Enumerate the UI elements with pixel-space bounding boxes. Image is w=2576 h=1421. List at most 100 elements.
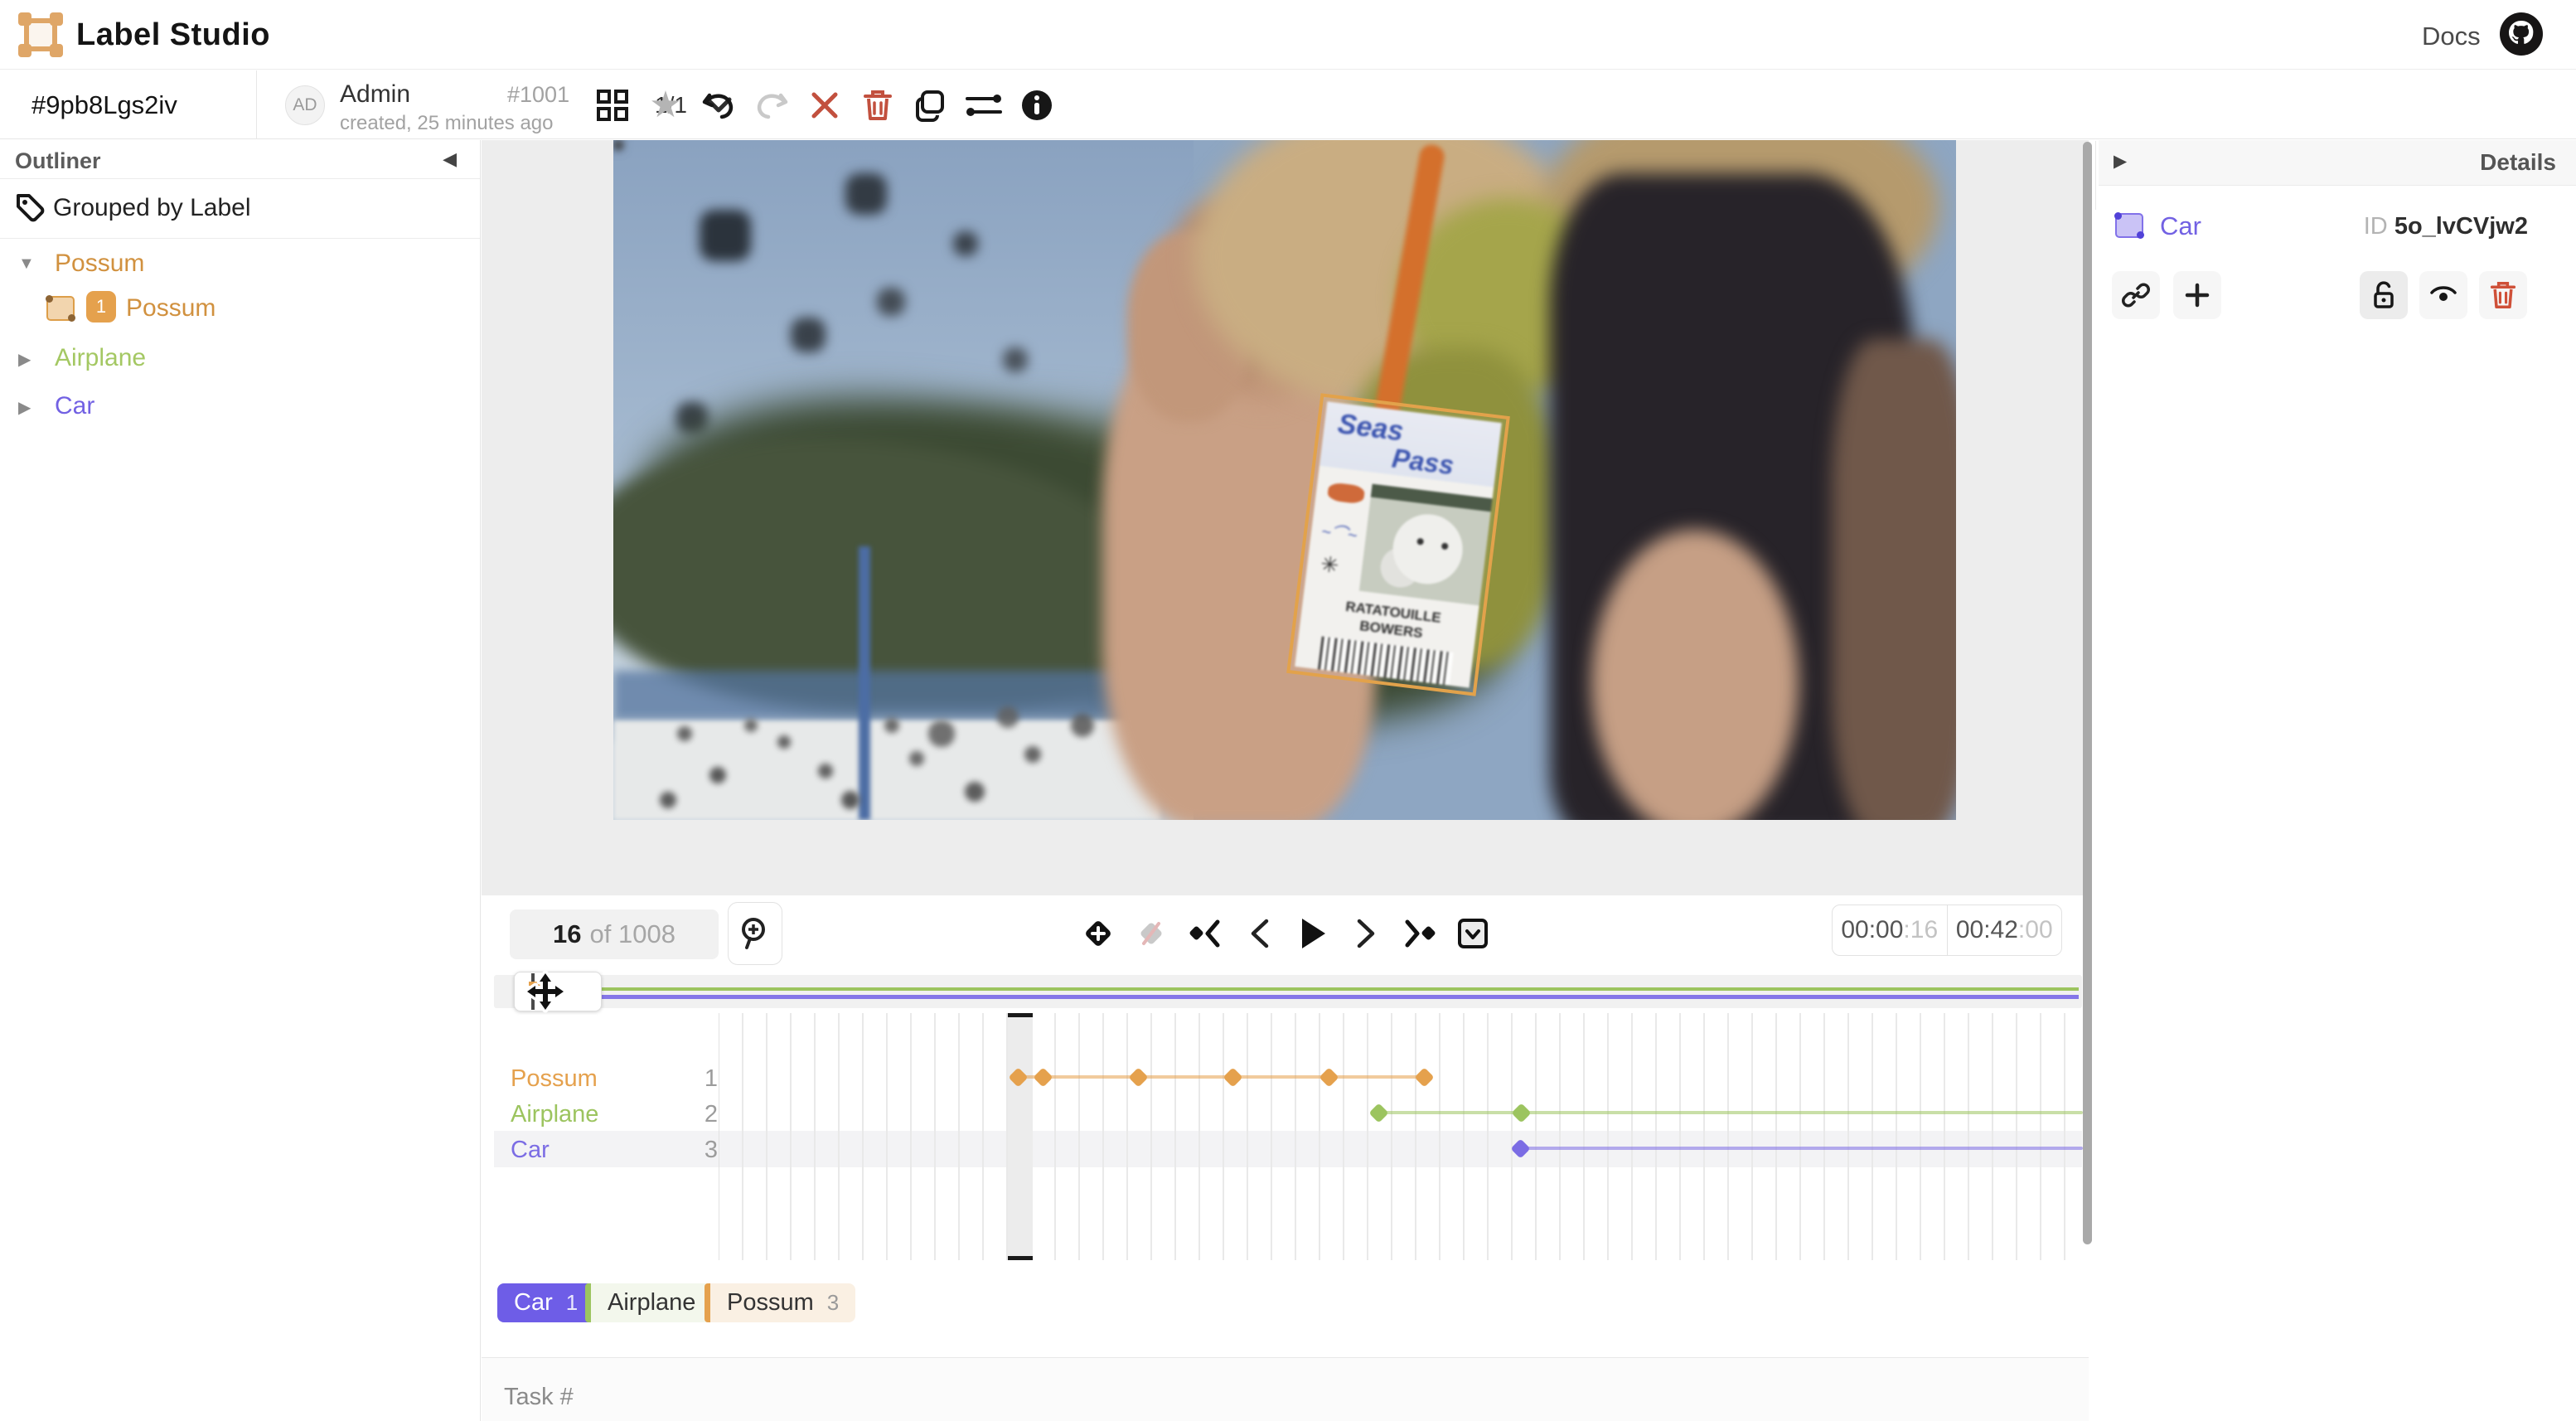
tree-expanded-icon[interactable]: ▼ <box>18 255 35 274</box>
collapse-panel-icon[interactable]: ◀ <box>443 148 457 170</box>
grouping-selector[interactable]: Grouped by Label <box>0 179 480 237</box>
current-time[interactable]: 00:00:16 <box>1833 905 1947 955</box>
outliner-group-possum[interactable]: ▼ Possum <box>0 246 480 283</box>
ticket-logo: ✳ <box>1319 551 1340 579</box>
redo-icon[interactable] <box>745 70 798 139</box>
annotation-id: #1001 <box>507 82 569 108</box>
task-id[interactable]: #9pb8Lgs2iv <box>0 70 257 139</box>
outliner-region-possum[interactable]: 1 Possum <box>0 294 480 331</box>
toggle-timeline-button[interactable] <box>1450 905 1496 962</box>
logo-corner <box>50 12 63 26</box>
video-snow-specks <box>613 140 623 150</box>
delete-region-button[interactable] <box>2479 271 2527 319</box>
video-snow <box>613 720 1160 820</box>
track-label-car[interactable]: Car <box>511 1137 550 1164</box>
link-icon <box>2122 281 2150 309</box>
region-id-prefix: ID <box>2364 213 2388 240</box>
previous-frame-button[interactable] <box>1236 905 1282 962</box>
region-id: ID 5o_lvCVjw2 <box>2364 213 2528 240</box>
app-title: Label Studio <box>76 17 270 53</box>
task-footer-band <box>482 1358 2089 1421</box>
video-pole <box>859 546 870 820</box>
group-label: Possum <box>55 250 144 278</box>
zoom-in-button[interactable] <box>728 902 782 965</box>
add-keyframe-button[interactable] <box>1075 905 1121 962</box>
timeline-playhead[interactable] <box>1008 1013 1033 1260</box>
link-region-button[interactable] <box>2112 271 2160 319</box>
add-relation-button[interactable] <box>2173 271 2221 319</box>
annotation-created-text: created, 25 minutes ago <box>340 112 554 135</box>
label-text: Airplane <box>608 1289 695 1317</box>
ticket-logo: ~⌒~ <box>1320 518 1359 546</box>
total-time-main: 00:42 <box>1956 916 2018 944</box>
main-content: Seas Pass ~⌒~ ✳ RATATOUILLE BOWERS <box>482 140 2089 1421</box>
label-pill-possum[interactable]: Possum 3 <box>705 1283 855 1322</box>
settings-sliders-icon[interactable] <box>957 70 1010 139</box>
label-text: Possum <box>727 1289 814 1317</box>
outliner-header: Outliner ◀ <box>0 140 480 178</box>
label-hotkey: 3 <box>827 1290 839 1316</box>
star-icon[interactable]: ★ <box>639 70 692 139</box>
lock-region-button[interactable] <box>2360 271 2408 319</box>
label-pill-car[interactable]: Car 1 <box>497 1283 594 1322</box>
next-frame-button[interactable] <box>1344 905 1390 962</box>
timeline-minimap[interactable] <box>494 975 2082 1008</box>
label-studio-logo-icon[interactable] <box>18 12 63 57</box>
timeline-grid[interactable] <box>719 1013 2082 1260</box>
github-icon[interactable] <box>2498 11 2545 57</box>
previous-keyframe-button[interactable] <box>1182 905 1228 962</box>
keyframe-diamond[interactable] <box>1033 1067 1053 1087</box>
minimap-airplane-span <box>547 987 2079 991</box>
video-fence <box>613 671 1127 720</box>
undo-icon[interactable] <box>692 70 745 139</box>
ticket-logo <box>1327 482 1365 504</box>
keyframe-diamond[interactable] <box>1512 1103 1532 1123</box>
play-button[interactable] <box>1290 905 1336 962</box>
outliner-title: Outliner <box>15 148 101 174</box>
outliner-group-car[interactable]: ▶ Car <box>0 390 480 427</box>
track-number: 2 <box>685 1101 718 1128</box>
video-panel: Seas Pass ~⌒~ ✳ RATATOUILLE BOWERS <box>482 140 2089 895</box>
expand-panel-icon[interactable]: ▶ <box>2114 151 2127 172</box>
keyframe-diamond[interactable] <box>1510 1138 1530 1158</box>
video-hand <box>1591 530 1799 820</box>
info-icon[interactable] <box>1010 70 1063 139</box>
remove-keyframe-button-disabled[interactable] <box>1128 905 1174 962</box>
keyframe-diamond[interactable] <box>1368 1103 1388 1123</box>
move-cursor-pointer <box>524 970 567 1013</box>
total-time-frames: :00 <box>2018 916 2053 944</box>
keyframe-diamond[interactable] <box>1415 1067 1435 1087</box>
reject-x-icon[interactable] <box>798 70 851 139</box>
label-studio-app: Label Studio Docs #9pb8Lgs2iv AD Admin #… <box>0 0 2576 1421</box>
selected-region-row[interactable]: Car ID 5o_lvCVjw2 <box>2099 205 2576 255</box>
keyframe-diamond[interactable] <box>1319 1067 1339 1087</box>
video-frame[interactable]: Seas Pass ~⌒~ ✳ RATATOUILLE BOWERS <box>613 140 1956 820</box>
docs-link[interactable]: Docs <box>2422 22 2481 51</box>
details-header: ▶ Details <box>2099 140 2576 186</box>
video-coat <box>1832 339 1956 820</box>
label-hotkey: 1 <box>566 1290 578 1316</box>
tree-collapsed-icon[interactable]: ▶ <box>18 397 31 418</box>
task-number-label: Task # <box>504 1384 574 1411</box>
region-label: Car <box>2160 211 2201 241</box>
grid-view-icon[interactable] <box>586 70 639 139</box>
total-time[interactable]: 00:42:00 <box>1947 905 2062 955</box>
hide-region-button[interactable] <box>2419 271 2467 319</box>
track-label-possum[interactable]: Possum <box>511 1065 598 1093</box>
keyframe-diamond[interactable] <box>1128 1067 1148 1087</box>
avatar: AD <box>285 85 325 125</box>
duplicate-icon[interactable] <box>904 70 957 139</box>
frame-counter[interactable]: 16 of 1008 <box>510 909 719 959</box>
outliner-group-airplane[interactable]: ▶ Airplane <box>0 342 480 379</box>
ticket-photo <box>1359 484 1498 607</box>
next-keyframe-button[interactable] <box>1397 905 1443 962</box>
tree-collapsed-icon[interactable]: ▶ <box>18 349 31 370</box>
keyframe-diamond[interactable] <box>1223 1067 1242 1087</box>
app-header: Label Studio Docs <box>0 0 2576 70</box>
annotator-name: Admin <box>340 80 410 109</box>
track-number: 1 <box>685 1065 718 1093</box>
vertical-scrollbar[interactable] <box>2083 142 2092 1244</box>
region-bounding-box[interactable]: Seas Pass ~⌒~ ✳ RATATOUILLE BOWERS <box>1286 393 1510 696</box>
delete-trash-icon[interactable] <box>851 70 904 139</box>
track-label-airplane[interactable]: Airplane <box>511 1101 598 1128</box>
